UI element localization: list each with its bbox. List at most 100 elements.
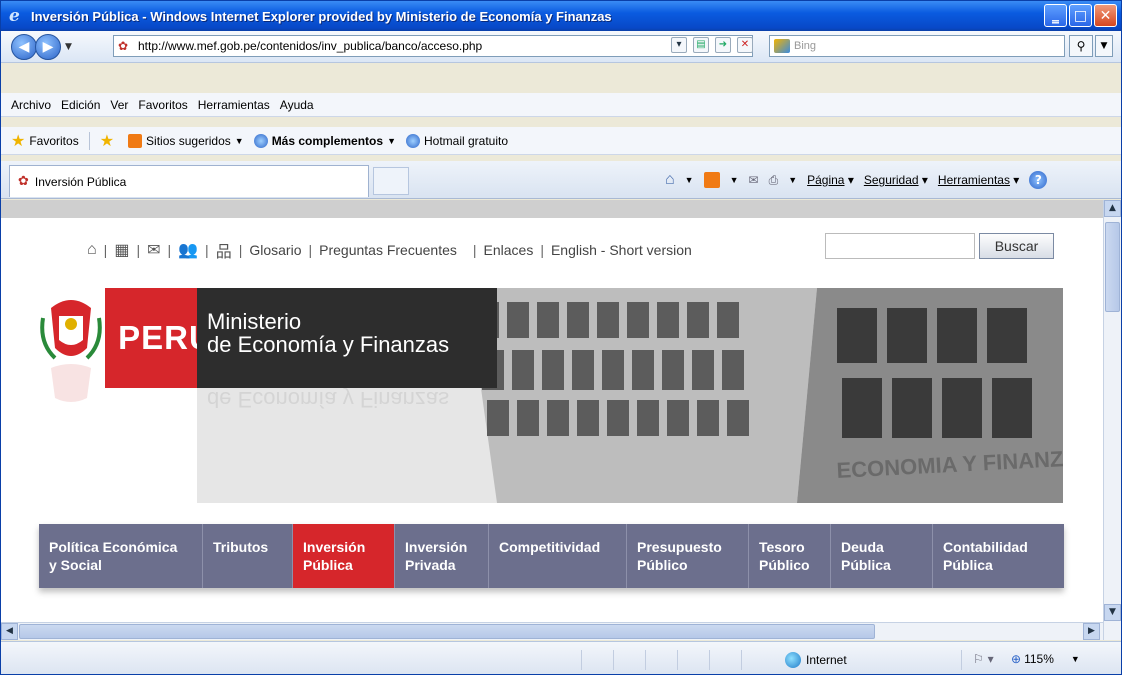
vertical-scroll-thumb[interactable] bbox=[1105, 222, 1120, 312]
nav-label-line1: Inversión bbox=[303, 539, 366, 555]
nav-deuda-publica[interactable]: Deuda Pública bbox=[831, 524, 933, 588]
go-arrow-icon[interactable]: ➜ bbox=[715, 37, 731, 53]
address-dropdown-icon[interactable]: ▾ bbox=[671, 37, 687, 53]
nav-label-line1: Tesoro bbox=[759, 539, 805, 555]
status-bar: Internet ⚐ ▾ ⊕ 115% ▼ bbox=[1, 641, 1121, 674]
org-chart-icon[interactable]: 品 bbox=[216, 238, 232, 262]
page-menu[interactable]: Página ▾ bbox=[807, 173, 854, 187]
recent-pages-dropdown[interactable]: ▼ bbox=[65, 42, 72, 52]
tools-menu[interactable]: Herramientas ▾ bbox=[938, 173, 1019, 187]
buscar-button[interactable]: Buscar bbox=[979, 233, 1054, 259]
address-url[interactable]: http://www.mef.gob.pe/contenidos/inv_pub… bbox=[138, 39, 482, 53]
stop-icon[interactable]: ✕ bbox=[737, 37, 753, 53]
enlaces-link[interactable]: Enlaces bbox=[484, 242, 534, 258]
help-icon[interactable]: ? bbox=[1029, 171, 1048, 189]
search-go-button[interactable]: ⚲ bbox=[1069, 35, 1093, 57]
nav-contabilidad-publica[interactable]: Contabilidad Pública bbox=[933, 524, 1064, 588]
sitios-sugeridos-link[interactable]: Sitios sugeridos ▼ bbox=[128, 133, 244, 148]
scroll-down-arrow[interactable]: ▼ bbox=[1104, 604, 1121, 621]
bing-icon bbox=[774, 39, 790, 53]
nav-label-line2: Pública bbox=[943, 557, 993, 573]
add-to-favorites-button[interactable]: ★ bbox=[100, 131, 118, 151]
internet-explorer-icon: e bbox=[9, 6, 20, 26]
close-button[interactable]: ✕ bbox=[1094, 4, 1117, 27]
window-title: Inversión Pública - Windows Internet Exp… bbox=[31, 8, 612, 24]
menu-edicion[interactable]: Edición bbox=[61, 98, 100, 112]
new-tab-button[interactable] bbox=[373, 167, 409, 195]
scroll-left-arrow[interactable]: ◀ bbox=[1, 623, 18, 640]
scroll-up-arrow[interactable]: ▲ bbox=[1104, 200, 1121, 217]
horizontal-scroll-thumb[interactable] bbox=[19, 624, 875, 639]
window-controls: ‗ □ ✕ bbox=[1044, 4, 1117, 27]
favorites-label: Favoritos bbox=[29, 133, 79, 148]
favorites-button[interactable]: ★ Favoritos bbox=[11, 131, 79, 151]
protected-mode-icon[interactable]: ⚐ ▾ bbox=[973, 652, 994, 666]
preguntas-frecuentes-link[interactable]: Preguntas Frecuentes bbox=[319, 242, 457, 258]
scroll-right-arrow[interactable]: ▶ bbox=[1083, 623, 1100, 640]
chevron-down-icon[interactable]: ▼ bbox=[685, 175, 694, 185]
nav-tesoro-publico[interactable]: Tesoro Público bbox=[749, 524, 831, 588]
zoom-control[interactable]: ⊕ 115% ▼ bbox=[1011, 652, 1080, 666]
tab-label: Inversión Pública bbox=[34, 174, 127, 189]
menu-archivo[interactable]: Archivo bbox=[11, 98, 51, 112]
peru-coat-of-arms-icon bbox=[37, 288, 105, 408]
search-box[interactable]: Bing bbox=[769, 35, 1065, 57]
chevron-down-icon[interactable]: ▼ bbox=[788, 175, 797, 185]
compatibility-view-icon[interactable]: ▤ bbox=[693, 37, 709, 53]
search-options-dropdown[interactable]: ▼ bbox=[1095, 35, 1113, 57]
minimize-button[interactable]: ‗ bbox=[1044, 4, 1067, 27]
menu-favoritos[interactable]: Favoritos bbox=[138, 98, 187, 112]
chevron-down-icon[interactable]: ▼ bbox=[730, 175, 739, 185]
security-zone[interactable]: Internet bbox=[785, 652, 847, 668]
address-tools: ▾ ▤ ➜ ✕ bbox=[671, 37, 753, 53]
nav-label-line1: Inversión bbox=[405, 539, 468, 555]
back-button[interactable]: ◀ bbox=[11, 33, 37, 60]
mail-icon[interactable]: ✉ bbox=[147, 240, 160, 260]
security-menu-label: Seguridad bbox=[863, 173, 919, 187]
mas-complementos-link[interactable]: Más complementos ▼ bbox=[253, 133, 396, 148]
nav-presupuesto-publico[interactable]: Presupuesto Público bbox=[627, 524, 749, 588]
nav-politica-economica[interactable]: Política Económica y Social bbox=[39, 524, 203, 588]
people-icon[interactable]: 👥 bbox=[178, 240, 198, 260]
nav-label-line2: Público bbox=[637, 557, 688, 573]
chevron-down-icon: ▼ bbox=[234, 135, 244, 146]
nav-inversion-privada[interactable]: Inversión Privada bbox=[395, 524, 489, 588]
nav-inversion-publica[interactable]: Inversión Pública bbox=[293, 524, 395, 588]
separator bbox=[88, 131, 90, 150]
print-icon[interactable]: ⎙ bbox=[769, 173, 779, 188]
menu-bar: Archivo Edición Ver Favoritos Herramient… bbox=[1, 93, 1121, 117]
sitemap-page-icon[interactable]: ▦ bbox=[114, 240, 129, 260]
security-menu[interactable]: Seguridad ▾ bbox=[864, 173, 928, 187]
menu-herramientas[interactable]: Herramientas bbox=[198, 98, 270, 112]
hotmail-link[interactable]: Hotmail gratuito bbox=[405, 133, 508, 148]
site-favicon-icon: ✿ bbox=[118, 39, 129, 53]
nav-label-line2: Privada bbox=[405, 557, 456, 573]
glosario-link[interactable]: Glosario bbox=[249, 242, 301, 258]
ministerio-line-1: Ministerio bbox=[207, 309, 302, 334]
chevron-down-icon: ▼ bbox=[1070, 654, 1080, 664]
home-icon[interactable]: ⌂ bbox=[665, 171, 675, 189]
menu-ayuda[interactable]: Ayuda bbox=[280, 98, 314, 112]
home-icon[interactable]: ⌂ bbox=[87, 241, 97, 259]
page-menu-label: Página bbox=[807, 173, 845, 187]
rss-feed-icon[interactable] bbox=[703, 172, 720, 188]
nav-label-line1: Contabilidad bbox=[943, 539, 1028, 555]
english-version-link[interactable]: English - Short version bbox=[551, 242, 692, 258]
site-favicon-icon: ✿ bbox=[18, 174, 29, 189]
address-bar[interactable]: ✿ http://www.mef.gob.pe/contenidos/inv_p… bbox=[113, 35, 753, 57]
tools-menu-label: Herramientas bbox=[937, 173, 1010, 187]
nav-label-line1: Competitividad bbox=[499, 539, 601, 555]
main-navigation: Política Económica y Social Tributos Inv… bbox=[39, 524, 1064, 588]
site-search-input[interactable] bbox=[825, 233, 975, 259]
forward-button[interactable]: ▶ bbox=[35, 33, 61, 60]
browser-window: e Inversión Pública - Windows Internet E… bbox=[0, 0, 1122, 675]
nav-tributos[interactable]: Tributos bbox=[203, 524, 293, 588]
maximize-button[interactable]: □ bbox=[1069, 4, 1092, 27]
vertical-scrollbar[interactable]: ▲ ▼ bbox=[1103, 200, 1121, 640]
nav-competitividad[interactable]: Competitividad bbox=[489, 524, 627, 588]
nav-label-line2: Pública bbox=[841, 557, 891, 573]
mail-icon[interactable]: ✉ bbox=[749, 173, 759, 187]
menu-ver[interactable]: Ver bbox=[110, 98, 128, 112]
tab-inversion-publica[interactable]: ✿ Inversión Pública bbox=[9, 165, 369, 197]
horizontal-scrollbar[interactable]: ◀ ▶ bbox=[1, 622, 1103, 640]
